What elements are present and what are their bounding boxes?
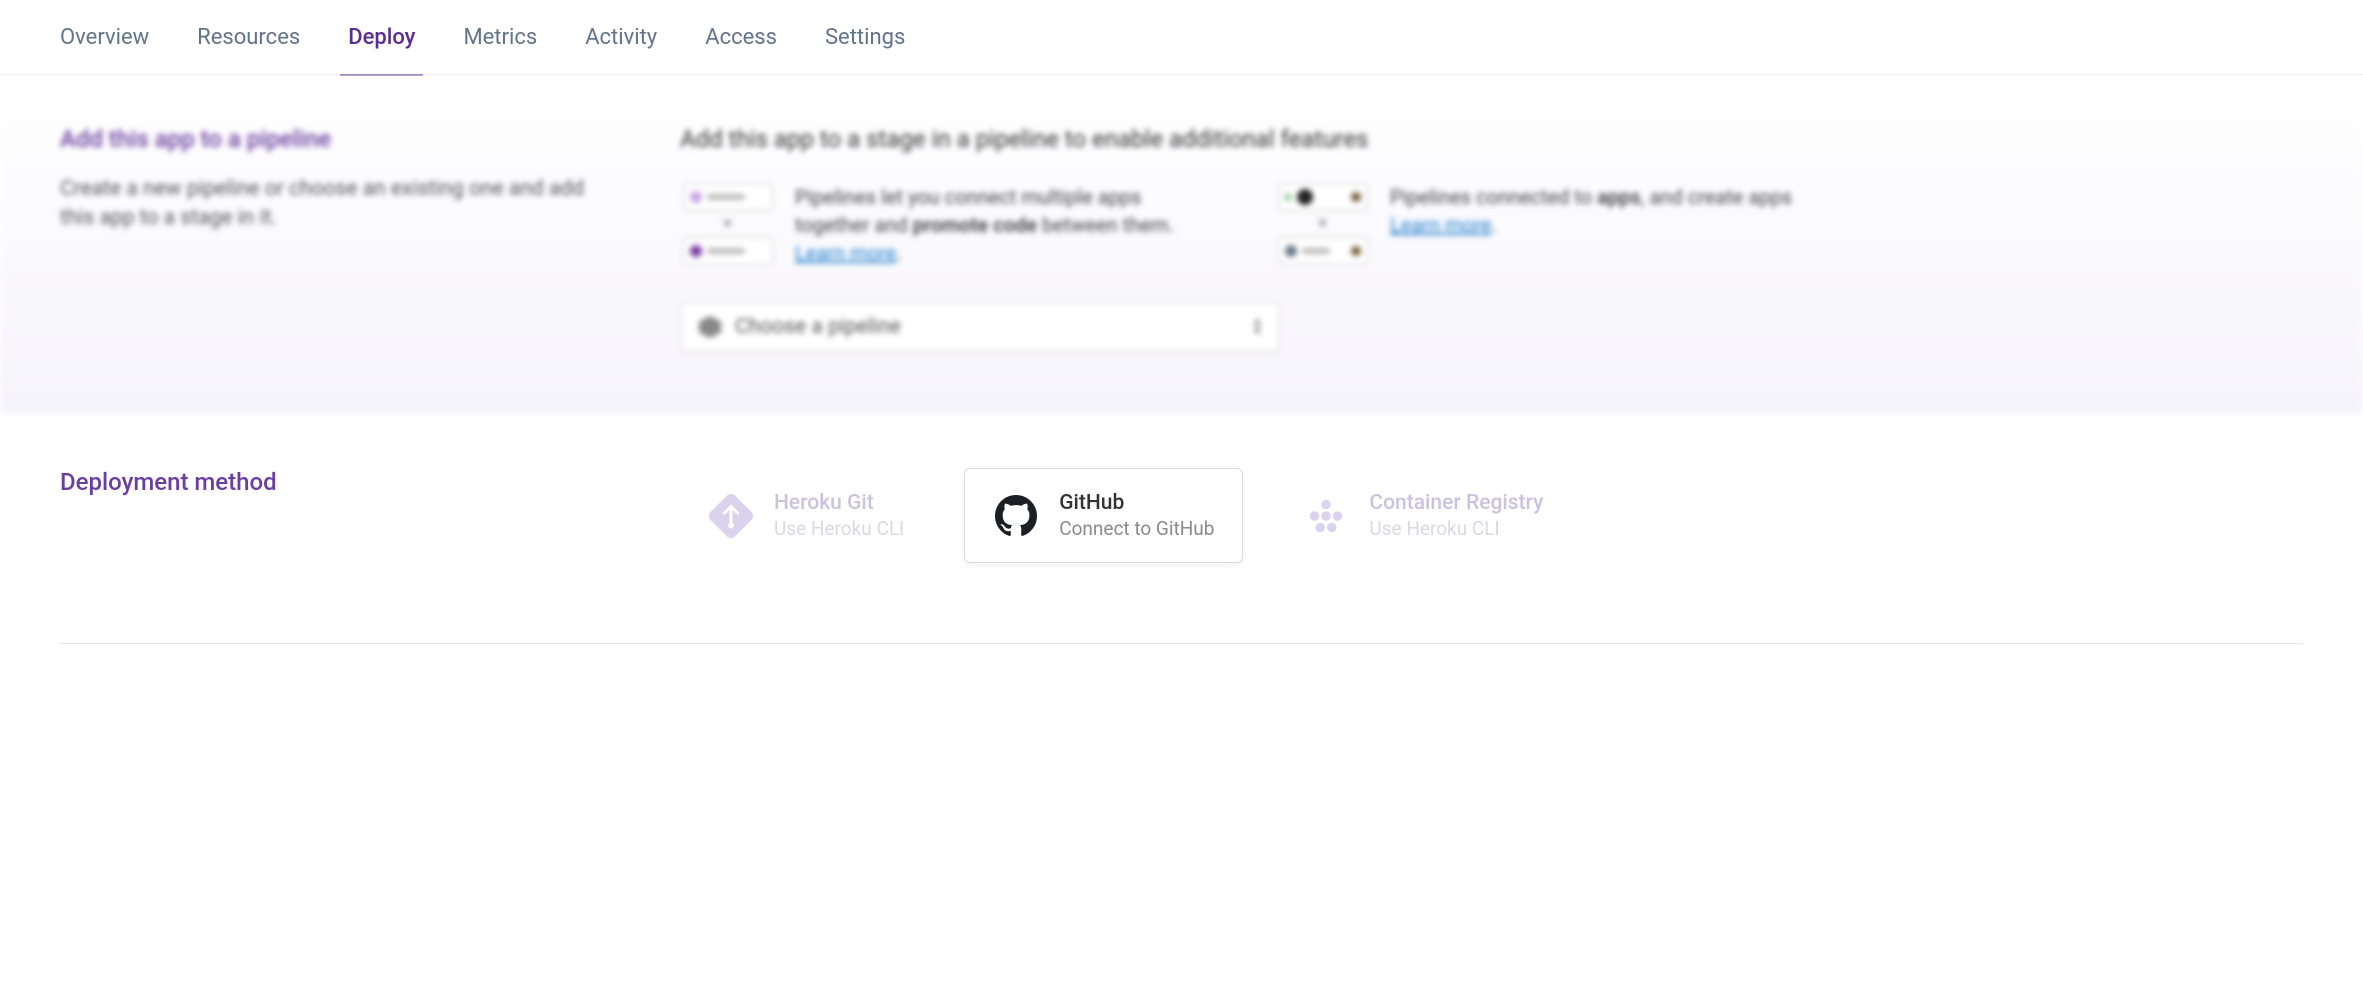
heroku-git-icon	[708, 493, 754, 539]
feature2-text: Pipelines connected to	[1390, 185, 1597, 209]
method-title: Heroku Git	[774, 491, 904, 515]
deploy-method-section: Deployment method Heroku Git Use Heroku …	[0, 413, 2363, 643]
method-sub: Use Heroku CLI	[774, 517, 904, 540]
github-icon	[993, 493, 1039, 539]
select-arrows-icon: ▴▾	[1254, 317, 1261, 337]
method-sub: Connect to GitHub	[1059, 517, 1214, 540]
feature-bold: promote code	[913, 213, 1037, 237]
method-github[interactable]: GitHub Connect to GitHub	[964, 468, 1243, 563]
method-sub: Use Heroku CLI	[1369, 517, 1543, 540]
app-tabs: Overview Resources Deploy Metrics Activi…	[0, 0, 2363, 75]
choose-pipeline-label: Choose a pipeline	[735, 315, 901, 339]
method-container-registry[interactable]: Container Registry Use Heroku CLI	[1275, 468, 1571, 563]
tab-activity[interactable]: Activity	[585, 0, 657, 75]
arrow-down-icon: ▼	[721, 217, 735, 231]
section-divider	[60, 643, 2303, 644]
pipeline-sub: Create a new pipeline or choose an exist…	[60, 175, 620, 234]
pipeline-feature-promote: ▼ Pipelines let you connect multiple app…	[680, 183, 1215, 267]
method-heroku-git[interactable]: Heroku Git Use Heroku CLI	[680, 468, 932, 563]
github-mini-icon	[1297, 189, 1313, 205]
pipeline-feature-github: n ▼ Pipelines connected to apps, and cre…	[1275, 183, 1792, 267]
container-registry-icon	[1303, 493, 1349, 539]
learn-more-link[interactable]: Learn more	[1390, 213, 1491, 237]
pipeline-icon	[699, 316, 721, 338]
pipeline-stages-icon: ▼	[680, 183, 775, 267]
pipeline-github-icon: n ▼	[1275, 183, 1370, 267]
feature-text-post: between them.	[1037, 213, 1174, 237]
tab-deploy[interactable]: Deploy	[348, 0, 415, 75]
tab-resources[interactable]: Resources	[197, 0, 300, 75]
tab-access[interactable]: Access	[705, 0, 777, 75]
feature2-bold: apps	[1597, 185, 1641, 209]
arrow-down-icon: ▼	[1316, 217, 1330, 231]
deploy-method-heading: Deployment method	[60, 468, 620, 496]
choose-pipeline-select[interactable]: Choose a pipeline ▴▾	[680, 302, 1280, 352]
tab-overview[interactable]: Overview	[60, 0, 149, 75]
pipeline-right-title: Add this app to a stage in a pipeline to…	[680, 125, 2303, 153]
learn-more-link[interactable]: Learn more	[795, 241, 896, 265]
tab-metrics[interactable]: Metrics	[463, 0, 537, 75]
pipeline-section: Add this app to a pipeline Create a new …	[0, 75, 2363, 413]
pipeline-heading: Add this app to a pipeline	[60, 125, 620, 153]
tab-settings[interactable]: Settings	[825, 0, 905, 75]
method-title: Container Registry	[1369, 491, 1543, 515]
feature2-text-post: , and create apps	[1641, 185, 1792, 209]
method-title: GitHub	[1059, 491, 1214, 515]
